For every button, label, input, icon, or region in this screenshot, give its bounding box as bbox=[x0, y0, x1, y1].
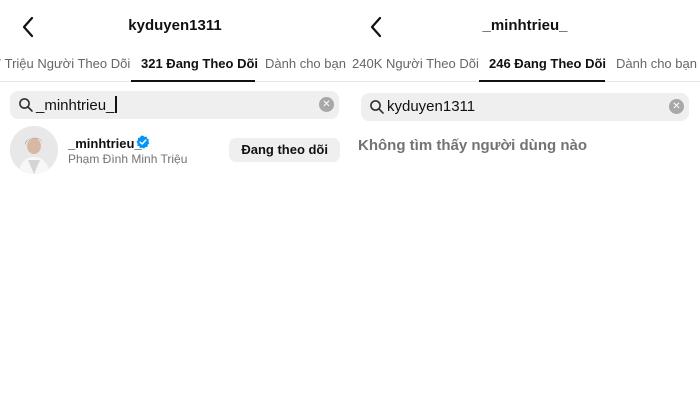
active-tab-indicator bbox=[131, 80, 255, 82]
no-results-message: Không tìm thấy người dùng nào bbox=[358, 137, 587, 154]
search-input[interactable]: _minhtrieu_ bbox=[36, 96, 117, 114]
right-panel: _minhtrieu_ 240K Người Theo Dõi 246 Đang… bbox=[350, 0, 700, 420]
tab-following[interactable]: 321 Đang Theo Dõi bbox=[141, 56, 258, 71]
search-input[interactable]: kyduyen1311 bbox=[387, 98, 475, 115]
tab-followers[interactable]: 7 Triệu Người Theo Dõi bbox=[0, 56, 130, 71]
verified-badge-icon bbox=[136, 135, 150, 149]
active-tab-indicator bbox=[479, 80, 605, 82]
username[interactable]: _minhtrieu_ bbox=[68, 136, 142, 151]
text-caret bbox=[115, 96, 117, 113]
search-bar[interactable]: _minhtrieu_ ✕ bbox=[10, 91, 339, 119]
tab-followers[interactable]: 240K Người Theo Dõi bbox=[352, 56, 479, 71]
tab-for-you[interactable]: Dành cho bạn bbox=[265, 56, 346, 71]
header: _minhtrieu_ bbox=[350, 0, 700, 50]
following-button[interactable]: Đang theo dõi bbox=[229, 138, 340, 162]
profile-title: kyduyen1311 bbox=[128, 17, 222, 34]
user-result-row[interactable]: _minhtrieu_ Phạm Đình Minh Triệu Đang th… bbox=[10, 126, 340, 176]
clear-x-icon[interactable]: ✕ bbox=[669, 99, 684, 114]
tab-for-you[interactable]: Dành cho bạn bbox=[616, 56, 697, 71]
avatar[interactable] bbox=[10, 126, 58, 174]
header: kyduyen1311 bbox=[0, 0, 350, 50]
search-bar[interactable]: kyduyen1311 ✕ bbox=[361, 93, 689, 121]
left-panel: kyduyen1311 7 Triệu Người Theo Dõi 321 Đ… bbox=[0, 0, 350, 420]
full-name: Phạm Đình Minh Triệu bbox=[68, 152, 188, 166]
search-icon bbox=[19, 98, 33, 112]
profile-title: _minhtrieu_ bbox=[482, 17, 568, 34]
clear-x-icon[interactable]: ✕ bbox=[319, 97, 334, 112]
tab-following[interactable]: 246 Đang Theo Dõi bbox=[489, 56, 606, 71]
search-icon bbox=[370, 100, 384, 114]
tab-bar: 240K Người Theo Dõi 246 Đang Theo Dõi Dà… bbox=[350, 52, 700, 82]
tab-bar: 7 Triệu Người Theo Dõi 321 Đang Theo Dõi… bbox=[0, 52, 350, 82]
avatar-photo bbox=[10, 126, 58, 174]
